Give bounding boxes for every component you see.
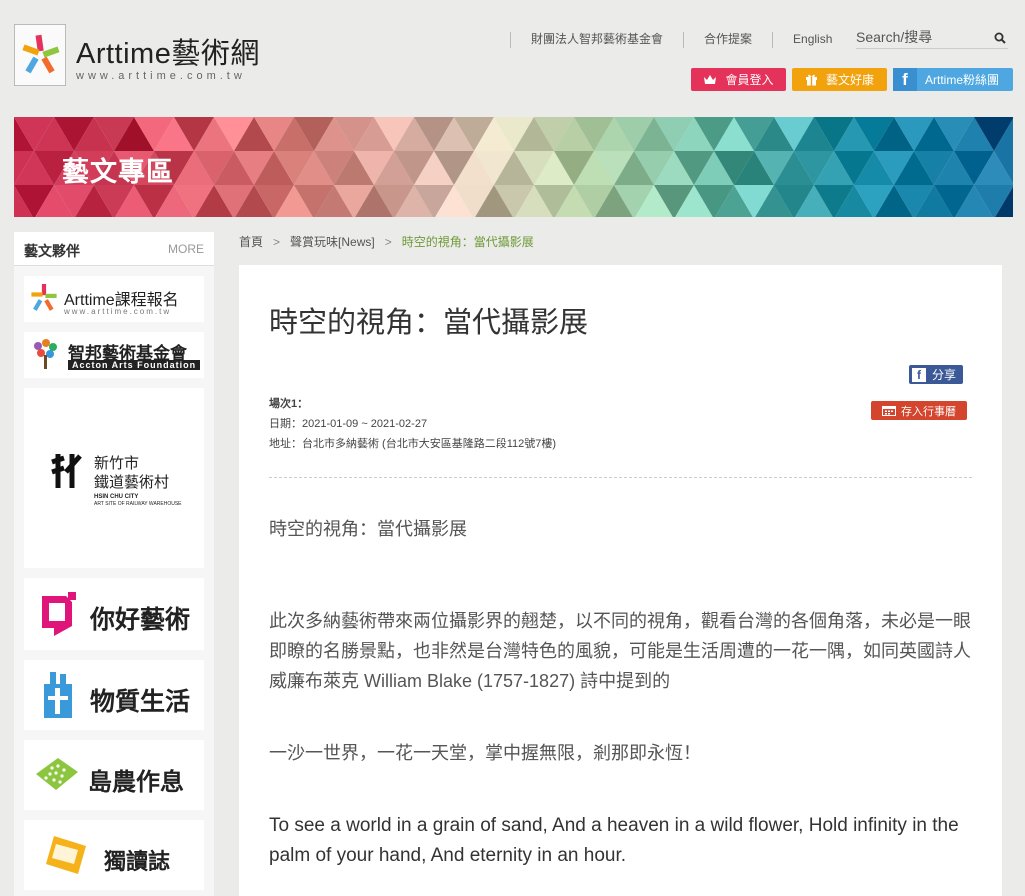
link-foundation[interactable]: 財團法人智邦藝術基金會 (510, 32, 683, 48)
calendar-icon (882, 406, 896, 416)
gift-icon (805, 74, 817, 86)
partner-name: 新竹市 鐵道藝術村 (94, 455, 170, 491)
article-paragraph: 時空的視角：當代攝影展 (269, 519, 467, 539)
nihao-logo-icon (42, 592, 76, 636)
breadcrumb-current: 時空的視角：當代攝影展 (401, 235, 534, 249)
farm-logo-icon (36, 758, 78, 790)
arttime-logo-icon (31, 284, 57, 311)
fanpage-button[interactable]: f Arttime粉絲團 (893, 68, 1013, 91)
site-header: Arttime藝術網 www.arttime.com.tw 財團法人智邦藝術基金… (0, 0, 1025, 112)
sidebar-header: 藝文夥伴 MORE (14, 232, 214, 266)
partner-name: 島農作息 (88, 769, 184, 796)
logo-mark-icon (14, 24, 66, 86)
link-english[interactable]: English (772, 32, 852, 48)
partner-arttime-course[interactable]: Arttime課程報名 www.arttime.com.tw (24, 276, 204, 322)
partner-name: 你好藝術 (90, 606, 191, 634)
reader-logo-icon (46, 836, 86, 874)
article-paragraph: 此次多納藝術帶來兩位攝影界的翹楚，以不同的視角，觀看台灣的各個角落，未必是一眼即… (269, 611, 971, 691)
partner-sub: www.arttime.com.tw (64, 307, 172, 316)
event-address: 地址：台北市多納藝術 (台北市大安區基隆路二段112號7樓) (269, 438, 557, 450)
article-paragraph: To see a world in a grain of sand, And a… (269, 815, 959, 866)
partner-name: 物質生活 (90, 688, 191, 716)
logo-text: Arttime藝術網 (76, 38, 260, 70)
facebook-share-button[interactable]: f 分享 (909, 365, 963, 384)
event-meta: 場次1： 日期：2021-01-09 ~ 2021-02-27 地址：台北市多納… (269, 394, 556, 454)
railway-logo-icon (51, 454, 82, 488)
facebook-icon: f (912, 367, 926, 382)
event-date: 日期：2021-01-09 ~ 2021-02-27 (269, 418, 428, 430)
partner-sub2: ART SITE OF RAILWAY WAREHOUSE (94, 501, 182, 507)
header-buttons: 會員登入 藝文好康 f Arttime粉絲團 (691, 68, 1013, 91)
partner-sub: Accton Arts Foundation (68, 360, 201, 370)
banner-title: 藝文專區 (62, 157, 174, 187)
event-session: 場次1： (269, 398, 309, 410)
partner-island-farm[interactable]: 島農作息 (24, 740, 204, 810)
member-login-button[interactable]: 會員登入 (691, 68, 786, 91)
partner-nihao-art[interactable]: 你好藝術 (24, 578, 204, 650)
section-banner: 藝文專區 (14, 117, 1013, 217)
breadcrumb: 首頁 > 聲賞玩味[News] > 時空的視角：當代攝影展 (239, 233, 534, 250)
facebook-icon: f (893, 68, 917, 91)
site-logo[interactable]: Arttime藝術網 www.arttime.com.tw (14, 24, 294, 90)
tree-logo-icon (34, 339, 57, 369)
partner-accton-foundation[interactable]: 智邦藝術基金會 Accton Arts Foundation (24, 332, 204, 378)
breadcrumb-home[interactable]: 首頁 (239, 235, 263, 249)
material-logo-icon (44, 672, 72, 718)
search-input[interactable] (856, 27, 984, 47)
top-links: 財團法人智邦藝術基金會 合作提案 English (510, 32, 852, 48)
link-cooperation[interactable]: 合作提案 (683, 32, 772, 48)
article-title: 時空的視角：當代攝影展 (269, 307, 589, 339)
article-paragraph: 一沙一世界，一花一天堂，掌中握無限，剎那即永恆！ (269, 743, 701, 763)
search-icon[interactable] (994, 31, 1006, 49)
partner-material-life[interactable]: 物質生活 (24, 660, 204, 730)
partner-name: 獨讀誌 (104, 849, 171, 874)
share-label: 分享 (932, 368, 957, 382)
breadcrumb-separator: > (384, 235, 392, 249)
sidebar-title: 藝文夥伴 (24, 243, 80, 259)
sidebar-more-link[interactable]: MORE (168, 242, 204, 256)
calendar-label: 存入行事曆 (901, 405, 956, 418)
article-panel: 時空的視角：當代攝影展 f 分享 存入行事曆 場次1： 日期：2021-01-0… (239, 265, 1002, 896)
search-box (856, 27, 1008, 49)
arts-deals-label: 藝文好康 (825, 73, 874, 87)
arts-deals-button[interactable]: 藝文好康 (792, 68, 887, 91)
partner-railway-art-village[interactable]: 新竹市 鐵道藝術村 HSIN CHU CITY ART SITE OF RAIL… (24, 388, 204, 568)
add-to-calendar-button[interactable]: 存入行事曆 (871, 401, 967, 420)
logo-url: www.arttime.com.tw (76, 70, 246, 82)
partner-sidebar: 藝文夥伴 MORE Arttime課程報名 www.arttime.com.tw… (14, 232, 214, 896)
partner-sub: HSIN CHU CITY (94, 494, 139, 500)
divider (269, 477, 972, 478)
partner-indie-reader[interactable]: 獨讀誌 (24, 820, 204, 890)
breadcrumb-section[interactable]: 聲賞玩味[News] (290, 235, 375, 249)
member-login-label: 會員登入 (725, 73, 774, 87)
crown-icon (704, 75, 717, 84)
fanpage-label: Arttime粉絲團 (925, 73, 1000, 87)
breadcrumb-separator: > (273, 235, 281, 249)
